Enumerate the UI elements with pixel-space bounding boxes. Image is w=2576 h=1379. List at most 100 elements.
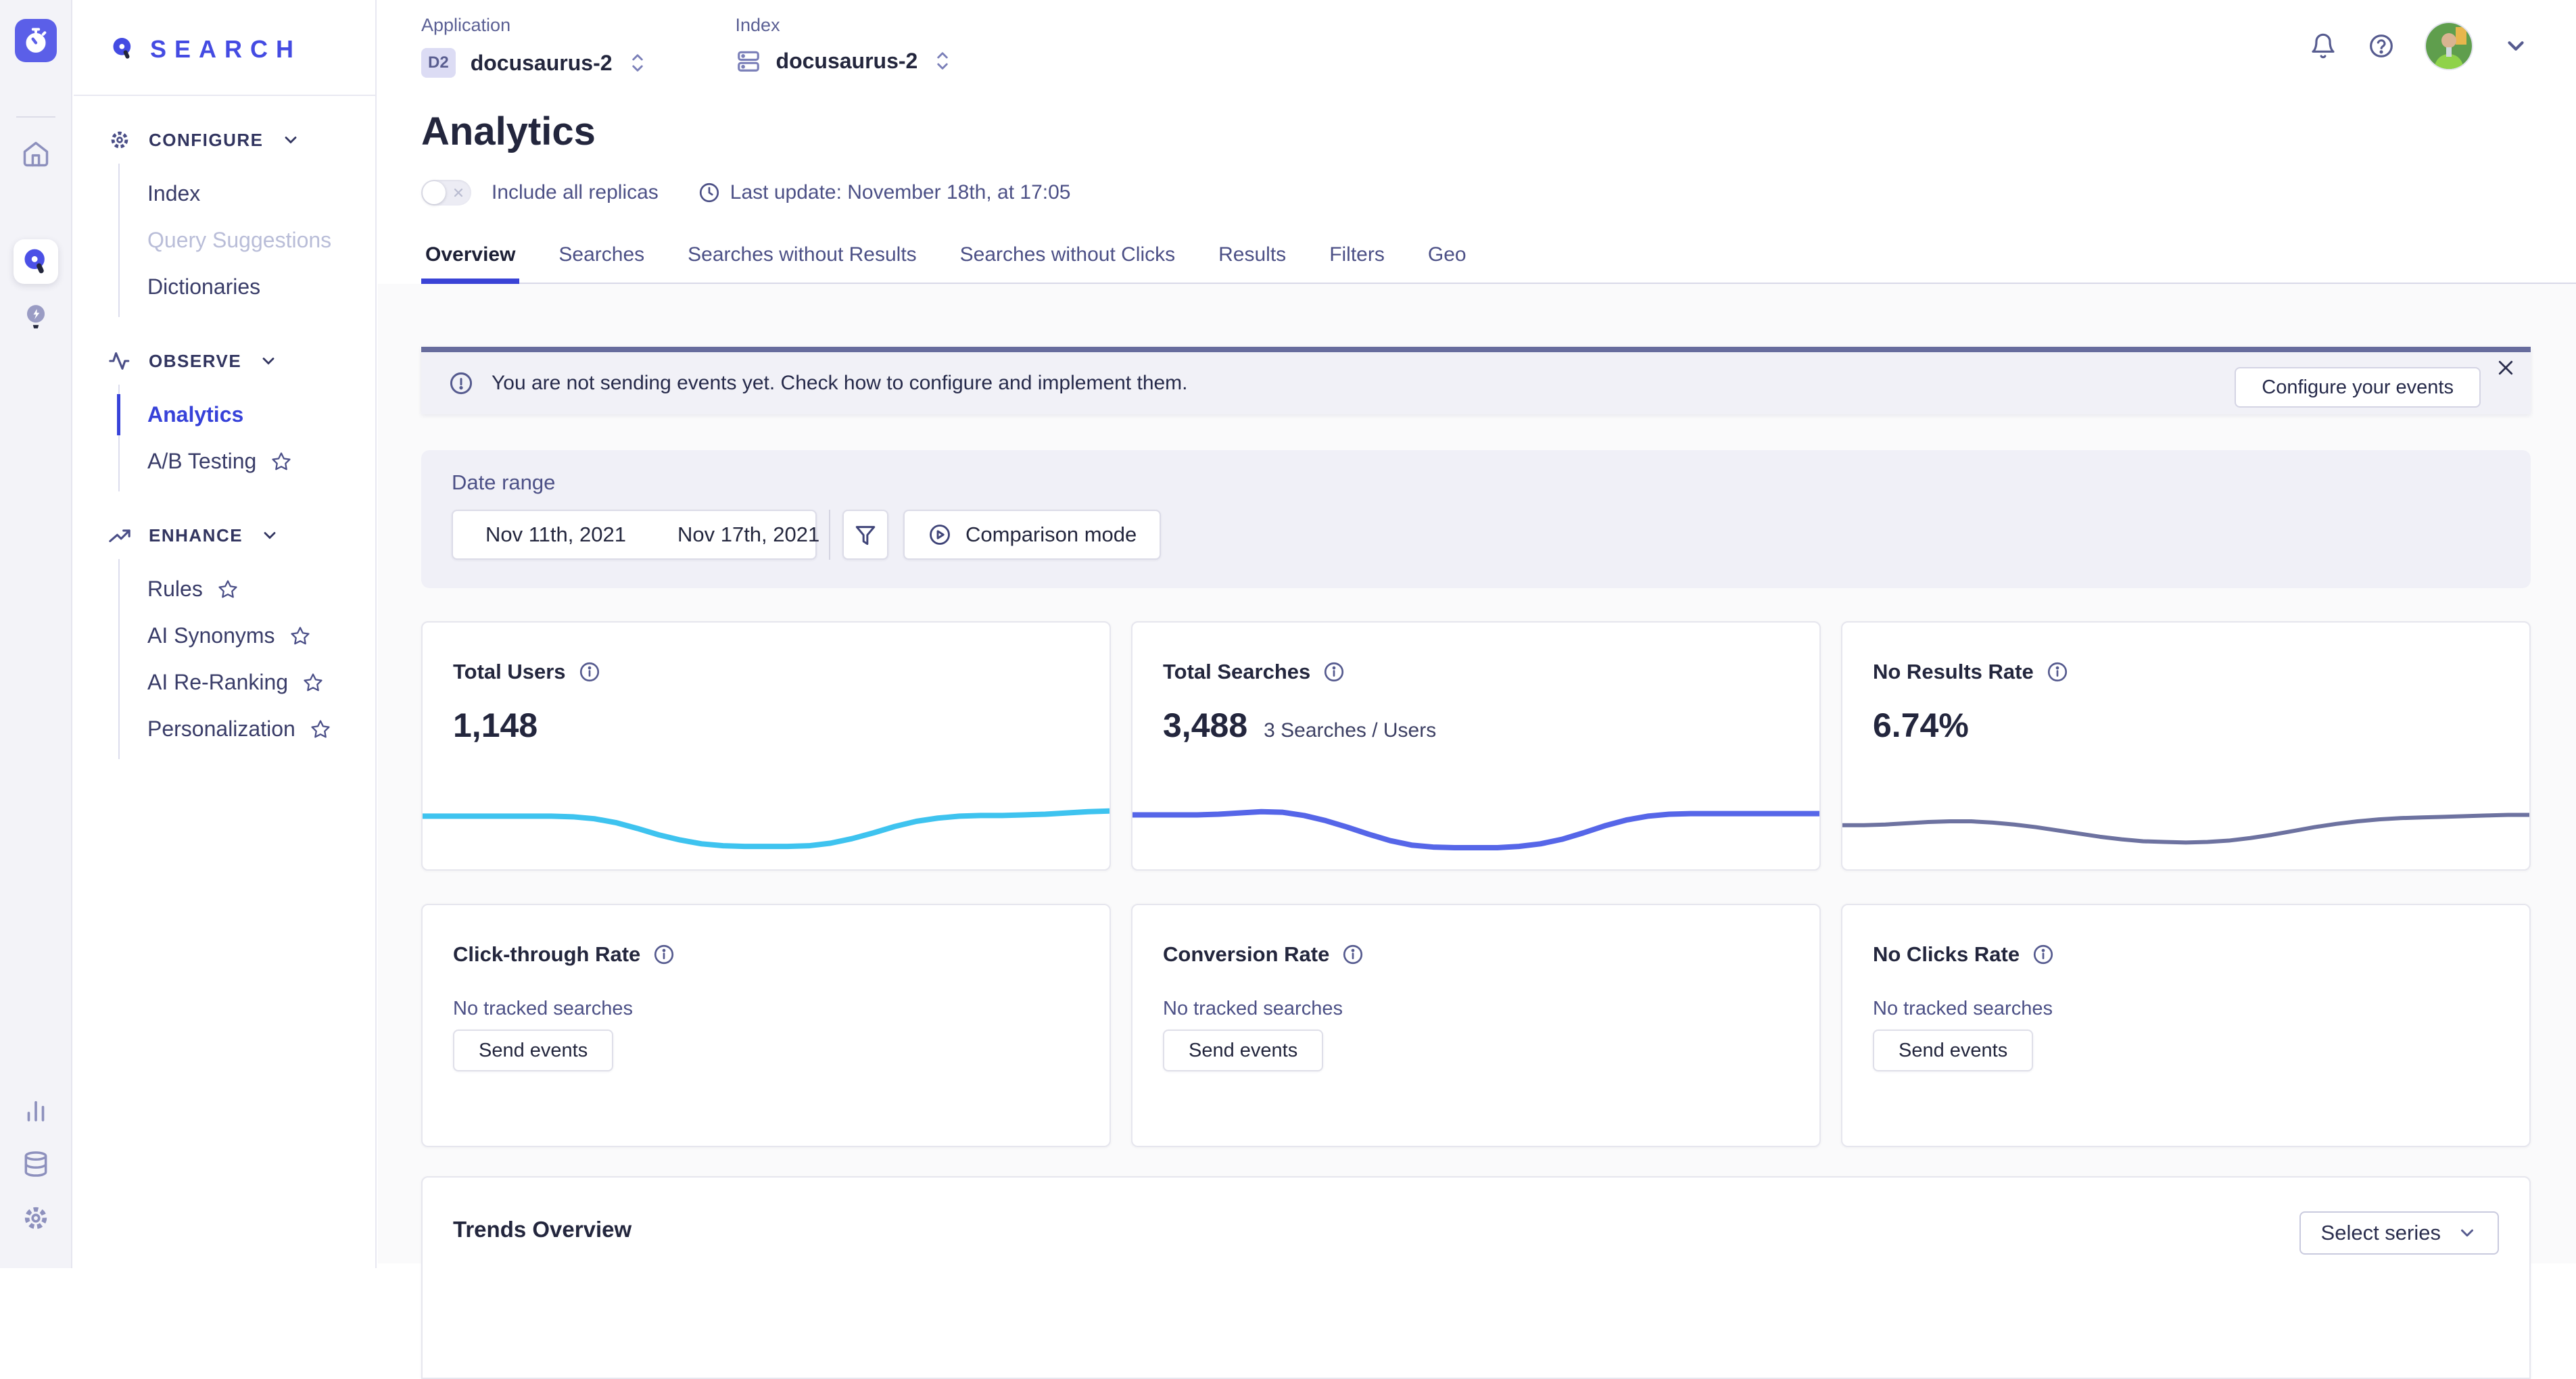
no-clicks-rate-card: No Clicks Rate No tracked searches Send … [1841,904,2531,1147]
lightbulb-icon[interactable] [20,300,51,335]
last-update-text: Last update: November 18th, at 17:05 [730,181,1071,204]
timer-icon[interactable] [15,19,57,62]
trends-title: Trends Overview [423,1178,2529,1242]
tab-searches-without-results[interactable]: Searches without Results [684,234,921,283]
card-status: No tracked searches [1842,967,2529,1020]
sidebar-item-label: AI Synonyms [147,623,275,648]
application-label: Application [421,15,648,36]
sidebar-item-query-suggestions[interactable]: Query Suggestions [120,217,375,264]
sidebar-item-ai-re-ranking[interactable]: AI Re-Ranking [120,659,375,706]
sidebar-item-personalization[interactable]: Personalization [120,706,375,752]
events-banner: You are not sending events yet. Check ho… [421,347,2531,414]
topbar: Application D2 docusaurus-2 Index docusa… [378,0,2576,78]
search-icon[interactable] [14,239,58,284]
index-icon [736,48,761,74]
search-logo-icon [110,36,137,63]
date-range-section: Date range Nov 11th, 2021 Nov 17th, 2021 [421,450,2531,588]
configure-events-button[interactable]: Configure your events [2235,367,2481,408]
card-title: Click-through Rate [453,942,640,967]
tab-filters[interactable]: Filters [1325,234,1389,283]
sidebar-item-label: Index [147,181,200,206]
info-icon[interactable] [652,943,675,966]
total-searches-sparkline [1132,784,1819,860]
star-icon[interactable] [310,719,331,740]
main-area: Application D2 docusaurus-2 Index docusa… [378,0,2576,1268]
trending-up-icon [108,524,131,547]
send-events-button[interactable]: Send events [453,1030,613,1071]
funnel-icon [854,523,877,546]
chevron-down-icon [2457,1223,2477,1243]
account-chevron-down-icon[interactable] [2503,33,2529,59]
star-icon[interactable] [290,626,310,646]
info-icon[interactable] [2046,660,2069,683]
sidebar-item-rules[interactable]: Rules [120,566,375,612]
card-status: No tracked searches [423,967,1110,1020]
filter-button[interactable] [842,510,888,560]
comparison-mode-button[interactable]: Comparison mode [903,510,1161,560]
sidebar-item-ab-testing[interactable]: A/B Testing [120,438,375,485]
clock-icon [698,181,721,204]
application-value: docusaurus-2 [471,51,613,76]
tab-geo[interactable]: Geo [1424,234,1471,283]
star-icon[interactable] [271,452,291,472]
chevron-down-icon [259,352,278,370]
brand-logo-text: SEARCH [150,35,302,64]
no-results-rate-sparkline [1842,784,2529,860]
click-through-rate-card: Click-through Rate No tracked searches S… [421,904,1111,1147]
application-selector[interactable]: D2 docusaurus-2 [421,48,648,78]
no-results-rate-card: No Results Rate 6.74% [1841,621,2531,871]
tab-results[interactable]: Results [1214,234,1290,283]
updown-chevrons-icon [627,50,648,76]
info-icon[interactable] [578,660,601,683]
total-users-sparkline [423,784,1110,860]
event-cards-row: Click-through Rate No tracked searches S… [421,904,2531,1147]
sidebar-header-enhance[interactable]: ENHANCE [74,524,375,547]
card-title: Total Users [453,660,566,684]
icon-rail [0,0,72,1268]
rail-divider [16,116,55,118]
sidebar-header-configure[interactable]: CONFIGURE [74,128,375,151]
database-icon[interactable] [21,1149,51,1179]
info-icon[interactable] [1322,660,1345,683]
chevron-down-icon [281,130,300,149]
include-replicas-toggle[interactable] [421,180,471,205]
star-icon[interactable] [218,579,238,600]
brand-logo[interactable]: SEARCH [74,0,375,64]
bar-chart-icon[interactable] [22,1096,50,1125]
sidebar-section-enhance: ENHANCE Rules AI Synonyms AI Re-Ranking … [74,524,375,759]
info-icon[interactable] [2032,943,2055,966]
send-events-button[interactable]: Send events [1873,1030,2033,1071]
sidebar-item-analytics[interactable]: Analytics [120,391,375,438]
close-icon[interactable] [2496,358,2516,378]
bell-icon[interactable] [2310,32,2337,59]
sidebar-item-dictionaries[interactable]: Dictionaries [120,264,375,310]
sidebar-header-observe[interactable]: OBSERVE [74,349,375,372]
tab-searches[interactable]: Searches [554,234,648,283]
help-icon[interactable] [2368,32,2395,59]
select-series-button[interactable]: Select series [2299,1211,2499,1255]
card-title: No Clicks Rate [1873,942,2020,967]
select-series-label: Select series [2321,1221,2441,1245]
card-subtext: 3 Searches / Users [1264,719,1436,742]
avatar[interactable] [2426,23,2472,69]
sidebar-item-label: AI Re-Ranking [147,670,288,695]
date-range-label: Date range [452,470,2500,495]
card-value: 3,488 [1163,706,1247,745]
sidebar-item-label: A/B Testing [147,449,256,474]
gear-icon[interactable] [21,1203,51,1233]
sidebar-header-label: OBSERVE [149,351,241,372]
home-icon[interactable] [21,139,51,169]
tab-overview[interactable]: Overview [421,234,519,283]
send-events-button[interactable]: Send events [1163,1030,1323,1071]
card-value: 6.74% [1873,706,1969,745]
date-range-picker[interactable]: Nov 11th, 2021 Nov 17th, 2021 [452,510,817,560]
tab-searches-without-clicks[interactable]: Searches without Clicks [956,234,1179,283]
star-icon[interactable] [303,673,323,693]
sidebar-item-ai-synonyms[interactable]: AI Synonyms [120,612,375,659]
sidebar-item-index[interactable]: Index [120,170,375,217]
activity-icon [108,349,131,372]
info-icon [448,370,474,396]
topbar-right-cluster [2310,23,2529,69]
info-icon[interactable] [1341,943,1364,966]
index-selector[interactable]: docusaurus-2 [736,48,953,74]
